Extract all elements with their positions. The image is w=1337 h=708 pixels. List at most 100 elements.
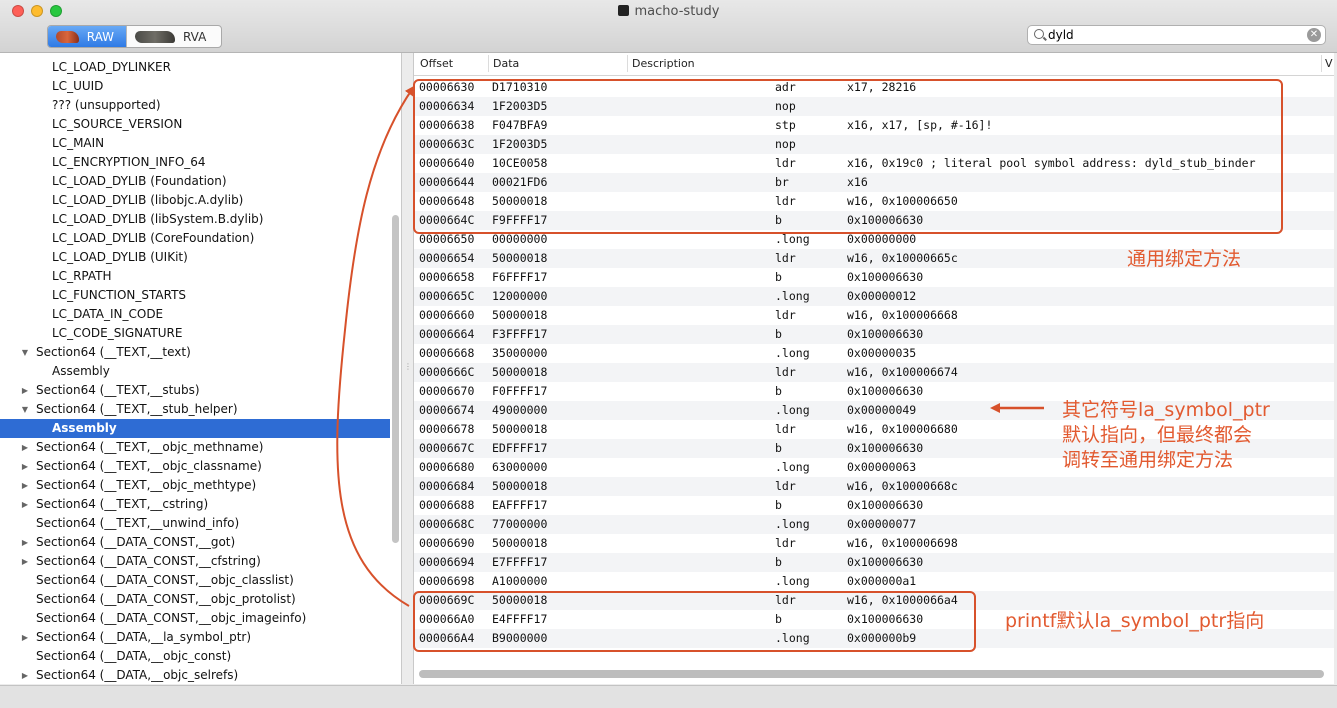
sidebar-item[interactable]: Assembly [0,362,390,381]
sidebar-item-label: Section64 (__DATA_CONST,__cfstring) [36,554,261,568]
split-divider-handle[interactable]: ⋮ [404,362,412,372]
cell-data: 12000000 [492,289,548,303]
cell-operands: 0x00000035 [847,346,917,360]
sidebar-item[interactable]: LC_RPATH [0,267,390,286]
disclosure-closed-icon[interactable]: ▶ [20,381,30,400]
cell-data: E7FFFF17 [492,555,548,569]
column-header-value[interactable]: V [1325,57,1333,70]
sidebar-item[interactable]: ▶ Section64 (__DATA_CONST,__got) [0,533,390,552]
table-row[interactable]: 00006698 A1000000 .long 0x000000a1 [414,572,1334,591]
table-row[interactable]: 00006694 E7FFFF17 b 0x100006630 [414,553,1334,572]
disclosure-closed-icon[interactable]: ▶ [20,457,30,476]
cell-mnemonic: .long [775,460,810,474]
disclosure-open-icon[interactable]: ▼ [20,400,30,419]
cell-mnemonic: b [775,498,782,512]
cell-mnemonic: ldr [775,479,796,493]
table-row[interactable]: 0000666C 50000018 ldr w16, 0x100006674 [414,363,1334,382]
cell-mnemonic: .long [775,403,810,417]
column-header-data[interactable]: Data [493,57,519,70]
sidebar-item-label: LC_DATA_IN_CODE [52,307,164,321]
cell-offset: 00006658 [419,270,475,284]
disclosure-closed-icon[interactable]: ▶ [20,666,30,684]
sidebar-scrollbar[interactable] [392,215,399,543]
table-row[interactable]: 00006660 50000018 ldr w16, 0x100006668 [414,306,1334,325]
column-header-offset[interactable]: Offset [420,57,453,70]
table-row[interactable]: 00006668 35000000 .long 0x00000035 [414,344,1334,363]
sidebar-item[interactable]: Section64 (__DATA,__objc_const) [0,647,390,666]
sidebar-item[interactable]: ▶ Section64 (__TEXT,__objc_methname) [0,438,390,457]
disclosure-closed-icon[interactable]: ▶ [20,628,30,647]
disclosure-closed-icon[interactable]: ▶ [20,476,30,495]
table-row[interactable]: 00006664 F3FFFF17 b 0x100006630 [414,325,1334,344]
sidebar-item[interactable]: ▶ Section64 (__TEXT,__stubs) [0,381,390,400]
disclosure-closed-icon[interactable]: ▶ [20,552,30,571]
sidebar-item[interactable]: LC_FUNCTION_STARTS [0,286,390,305]
table-row[interactable]: 0000668C 77000000 .long 0x00000077 [414,515,1334,534]
disclosure-closed-icon[interactable]: ▶ [20,495,30,514]
table-row[interactable]: 00006690 50000018 ldr w16, 0x100006698 [414,534,1334,553]
title-bar: macho-study RAW RVA ✕ [0,0,1337,53]
table-row[interactable]: 00006684 50000018 ldr w16, 0x10000668c [414,477,1334,496]
cell-data: A1000000 [492,574,548,588]
sidebar-item[interactable]: LC_ENCRYPTION_INFO_64 [0,153,390,172]
disclosure-closed-icon[interactable]: ▶ [20,438,30,457]
sidebar-item[interactable]: LC_CODE_SIGNATURE [0,324,390,343]
sidebar-item[interactable]: Section64 (__DATA_CONST,__objc_protolist… [0,590,390,609]
cell-offset: 00006660 [419,308,475,322]
sidebar-item[interactable]: LC_LOAD_DYLIB (libobjc.A.dylib) [0,191,390,210]
sidebar-item[interactable]: ▶ Section64 (__DATA_CONST,__cfstring) [0,552,390,571]
cell-data: 50000018 [492,251,548,265]
table-row[interactable]: 0000665C 12000000 .long 0x00000012 [414,287,1334,306]
disclosure-open-icon[interactable]: ▼ [20,343,30,362]
bottom-bar [0,685,1337,708]
cell-mnemonic: b [775,384,782,398]
sidebar-item[interactable]: ▶ Section64 (__TEXT,__objc_classname) [0,457,390,476]
cell-data: 50000018 [492,422,548,436]
column-header-description[interactable]: Description [632,57,695,70]
sidebar-item-label: LC_LOAD_DYLIB (libobjc.A.dylib) [52,193,244,207]
sidebar-item[interactable]: ▶ Section64 (__TEXT,__cstring) [0,495,390,514]
sidebar-item[interactable]: ▼ Section64 (__TEXT,__text) [0,343,390,362]
search-input[interactable] [1048,27,1298,43]
cell-data: 50000018 [492,536,548,550]
sidebar-item[interactable]: LC_DATA_IN_CODE [0,305,390,324]
window-title: macho-study [0,4,1337,19]
sidebar-item[interactable]: Assembly [0,419,390,438]
sidebar-item-label: LC_UUID [52,79,104,93]
raw-mode-button[interactable]: RAW [48,26,126,47]
cell-operands: 0x100006630 [847,270,924,284]
sidebar-item[interactable]: LC_LOAD_DYLIB (Foundation) [0,172,390,191]
sidebar-item-label: LC_LOAD_DYLIB (Foundation) [52,174,227,188]
clear-search-icon[interactable]: ✕ [1307,28,1321,42]
disclosure-closed-icon[interactable]: ▶ [20,533,30,552]
cell-data: 63000000 [492,460,548,474]
cell-operands: 0x100006630 [847,555,924,569]
sidebar-item[interactable]: LC_MAIN [0,134,390,153]
sidebar-item[interactable]: LC_LOAD_DYLIB (UIKit) [0,248,390,267]
sidebar-item[interactable]: LC_LOAD_DYLIB (libSystem.B.dylib) [0,210,390,229]
sidebar-item-label: LC_CODE_SIGNATURE [52,326,183,340]
cell-data: F3FFFF17 [492,327,548,341]
sidebar-item[interactable]: ▶ Section64 (__TEXT,__objc_methtype) [0,476,390,495]
sidebar-item[interactable]: ▶ Section64 (__DATA,__objc_selrefs) [0,666,390,684]
sidebar-item[interactable]: Section64 (__DATA_CONST,__objc_imageinfo… [0,609,390,628]
sidebar-item[interactable]: Section64 (__DATA_CONST,__objc_classlist… [0,571,390,590]
sidebar-item[interactable]: LC_LOAD_DYLINKER [0,58,390,77]
sidebar-item[interactable]: Section64 (__TEXT,__unwind_info) [0,514,390,533]
sidebar-item-label: Section64 (__TEXT,__objc_classname) [36,459,262,473]
sidebar-item[interactable]: ▶ Section64 (__DATA,__la_symbol_ptr) [0,628,390,647]
cell-data: 50000018 [492,365,548,379]
cell-offset: 00006694 [419,555,475,569]
sidebar-item-label: Section64 (__DATA_CONST,__objc_classlist… [36,573,294,587]
sidebar-item[interactable]: ??? (unsupported) [0,96,390,115]
table-row[interactable]: 00006688 EAFFFF17 b 0x100006630 [414,496,1334,515]
sidebar-item[interactable]: LC_SOURCE_VERSION [0,115,390,134]
sidebar-item[interactable]: LC_LOAD_DYLIB (CoreFoundation) [0,229,390,248]
sidebar-item-label: Section64 (__DATA_CONST,__objc_imageinfo… [36,611,307,625]
sidebar-item-label: LC_MAIN [52,136,105,150]
sidebar-item[interactable]: ▼ Section64 (__TEXT,__stub_helper) [0,400,390,419]
horizontal-scrollbar[interactable] [419,670,1324,678]
rva-mode-button[interactable]: RVA [126,26,221,47]
annotation-label-common-binder: 通用绑定方法 [1127,248,1242,270]
sidebar-item[interactable]: LC_UUID [0,77,390,96]
